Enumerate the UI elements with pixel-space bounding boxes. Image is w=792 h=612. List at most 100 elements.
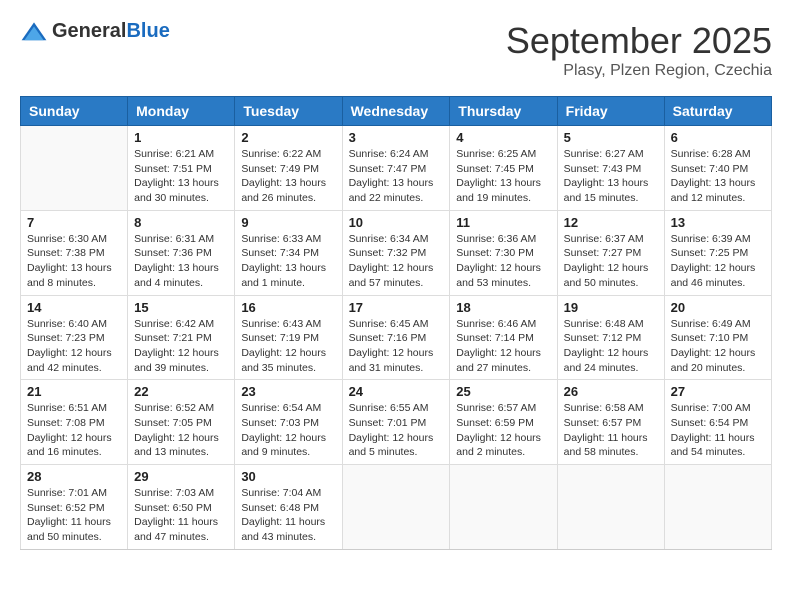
day-info: Sunrise: 7:04 AM Sunset: 6:48 PM Dayligh… (241, 486, 335, 545)
day-info: Sunrise: 6:21 AM Sunset: 7:51 PM Dayligh… (134, 147, 228, 206)
day-info: Sunrise: 6:30 AM Sunset: 7:38 PM Dayligh… (27, 232, 121, 291)
day-info: Sunrise: 6:31 AM Sunset: 7:36 PM Dayligh… (134, 232, 228, 291)
calendar-cell: 4Sunrise: 6:25 AM Sunset: 7:45 PM Daylig… (450, 126, 557, 211)
day-info: Sunrise: 6:40 AM Sunset: 7:23 PM Dayligh… (27, 317, 121, 376)
calendar-cell: 27 Sunrise: 7:00 AM Sunset: 6:54 PM Dayli… (664, 380, 771, 465)
calendar-cell: 24 Sunrise: 6:55 AM Sunset: 7:01 PM Dayli… (342, 380, 450, 465)
calendar-cell (342, 465, 450, 550)
day-info: Sunrise: 6:27 AM Sunset: 7:43 PM Dayligh… (564, 147, 658, 206)
day-info: Sunrise: 6:45 AM Sunset: 7:16 PM Dayligh… (349, 317, 444, 376)
day-info: Sunrise: 6:55 AM Sunset: 7:01 PM Dayligh… (349, 401, 444, 460)
calendar-cell: 20 Sunrise: 6:49 AM Sunset: 7:10 PM Dayli… (664, 295, 771, 380)
day-info: Sunrise: 6:42 AM Sunset: 7:21 PM Dayligh… (134, 317, 228, 376)
day-number: 28 (27, 469, 121, 484)
logo-general: General (52, 20, 126, 42)
day-number: 20 (671, 300, 765, 315)
logo: GeneralBlue (20, 20, 170, 43)
day-number: 22 (134, 384, 228, 399)
calendar-cell: 2 Sunrise: 6:22 AM Sunset: 7:49 PM Daylig… (235, 126, 342, 211)
calendar-week-row: 21 Sunrise: 6:51 AM Sunset: 7:08 PM Dayli… (21, 380, 772, 465)
day-info: Sunrise: 7:01 AM Sunset: 6:52 PM Dayligh… (27, 486, 121, 545)
calendar-week-row: 7 Sunrise: 6:30 AM Sunset: 7:38 PM Daylig… (21, 210, 772, 295)
day-number: 30 (241, 469, 335, 484)
day-number: 17 (349, 300, 444, 315)
calendar-cell: 21 Sunrise: 6:51 AM Sunset: 7:08 PM Dayli… (21, 380, 128, 465)
day-number: 23 (241, 384, 335, 399)
day-info: Sunrise: 6:49 AM Sunset: 7:10 PM Dayligh… (671, 317, 765, 376)
calendar-cell: 1 Sunrise: 6:21 AM Sunset: 7:51 PM Daylig… (128, 126, 235, 211)
day-info: Sunrise: 6:46 AM Sunset: 7:14 PM Dayligh… (456, 317, 550, 376)
day-info: Sunrise: 6:52 AM Sunset: 7:05 PM Dayligh… (134, 401, 228, 460)
day-of-week-header: Thursday (450, 97, 557, 126)
calendar-cell: 10 Sunrise: 6:34 AM Sunset: 7:32 PM Dayli… (342, 210, 450, 295)
calendar-cell: 29Sunrise: 7:03 AM Sunset: 6:50 PM Dayli… (128, 465, 235, 550)
calendar-cell: 28 Sunrise: 7:01 AM Sunset: 6:52 PM Dayli… (21, 465, 128, 550)
calendar-cell: 7 Sunrise: 6:30 AM Sunset: 7:38 PM Daylig… (21, 210, 128, 295)
day-of-week-header: Friday (557, 97, 664, 126)
calendar-cell (21, 126, 128, 211)
logo-blue: Blue (126, 20, 169, 42)
calendar-cell: 25 Sunrise: 6:57 AM Sunset: 6:59 PM Dayli… (450, 380, 557, 465)
calendar-cell: 22 Sunrise: 6:52 AM Sunset: 7:05 PM Dayli… (128, 380, 235, 465)
day-of-week-header: Wednesday (342, 97, 450, 126)
day-number: 26 (564, 384, 658, 399)
calendar-cell: 30 Sunrise: 7:04 AM Sunset: 6:48 PM Dayli… (235, 465, 342, 550)
day-info: Sunrise: 6:39 AM Sunset: 7:25 PM Dayligh… (671, 232, 765, 291)
day-number: 27 (671, 384, 765, 399)
day-of-week-header: Tuesday (235, 97, 342, 126)
calendar-cell: 23Sunrise: 6:54 AM Sunset: 7:03 PM Dayli… (235, 380, 342, 465)
day-of-week-header: Sunday (21, 97, 128, 126)
day-number: 19 (564, 300, 658, 315)
day-info: Sunrise: 6:58 AM Sunset: 6:57 PM Dayligh… (564, 401, 658, 460)
day-info: Sunrise: 7:00 AM Sunset: 6:54 PM Dayligh… (671, 401, 765, 460)
calendar-cell: 16Sunrise: 6:43 AM Sunset: 7:19 PM Dayli… (235, 295, 342, 380)
calendar-cell: 15 Sunrise: 6:42 AM Sunset: 7:21 PM Dayli… (128, 295, 235, 380)
day-number: 12 (564, 215, 658, 230)
day-number: 9 (241, 215, 335, 230)
day-info: Sunrise: 6:34 AM Sunset: 7:32 PM Dayligh… (349, 232, 444, 291)
calendar-header-row: SundayMondayTuesdayWednesdayThursdayFrid… (21, 97, 772, 126)
day-number: 6 (671, 130, 765, 145)
calendar-cell: 17 Sunrise: 6:45 AM Sunset: 7:16 PM Dayli… (342, 295, 450, 380)
calendar-cell: 13 Sunrise: 6:39 AM Sunset: 7:25 PM Dayli… (664, 210, 771, 295)
calendar-cell: 9 Sunrise: 6:33 AM Sunset: 7:34 PM Daylig… (235, 210, 342, 295)
day-number: 24 (349, 384, 444, 399)
day-number: 2 (241, 130, 335, 145)
calendar-cell: 6 Sunrise: 6:28 AM Sunset: 7:40 PM Daylig… (664, 126, 771, 211)
calendar-cell: 5 Sunrise: 6:27 AM Sunset: 7:43 PM Daylig… (557, 126, 664, 211)
day-number: 11 (456, 215, 550, 230)
day-number: 8 (134, 215, 228, 230)
day-info: Sunrise: 6:28 AM Sunset: 7:40 PM Dayligh… (671, 147, 765, 206)
day-number: 7 (27, 215, 121, 230)
day-number: 15 (134, 300, 228, 315)
day-info: Sunrise: 6:51 AM Sunset: 7:08 PM Dayligh… (27, 401, 121, 460)
day-number: 21 (27, 384, 121, 399)
calendar-week-row: 28 Sunrise: 7:01 AM Sunset: 6:52 PM Dayli… (21, 465, 772, 550)
day-number: 1 (134, 130, 228, 145)
day-of-week-header: Monday (128, 97, 235, 126)
day-number: 29 (134, 469, 228, 484)
calendar-cell: 8 Sunrise: 6:31 AM Sunset: 7:36 PM Daylig… (128, 210, 235, 295)
day-info: Sunrise: 6:22 AM Sunset: 7:49 PM Dayligh… (241, 147, 335, 206)
day-info: Sunrise: 6:33 AM Sunset: 7:34 PM Dayligh… (241, 232, 335, 291)
calendar-cell (664, 465, 771, 550)
day-info: Sunrise: 6:25 AM Sunset: 7:45 PM Dayligh… (456, 147, 550, 206)
month-title: September 2025 (506, 20, 772, 62)
calendar-body: 1 Sunrise: 6:21 AM Sunset: 7:51 PM Daylig… (21, 126, 772, 550)
calendar-cell: 3Sunrise: 6:24 AM Sunset: 7:47 PM Daylig… (342, 126, 450, 211)
calendar-cell (557, 465, 664, 550)
day-number: 3 (349, 130, 444, 145)
calendar-cell: 14 Sunrise: 6:40 AM Sunset: 7:23 PM Dayli… (21, 295, 128, 380)
day-number: 18 (456, 300, 550, 315)
calendar-cell: 12Sunrise: 6:37 AM Sunset: 7:27 PM Dayli… (557, 210, 664, 295)
calendar-cell: 18 Sunrise: 6:46 AM Sunset: 7:14 PM Dayli… (450, 295, 557, 380)
day-info: Sunrise: 6:57 AM Sunset: 6:59 PM Dayligh… (456, 401, 550, 460)
title-area: September 2025 Plasy, Plzen Region, Czec… (506, 20, 772, 80)
day-number: 10 (349, 215, 444, 230)
day-number: 25 (456, 384, 550, 399)
day-number: 13 (671, 215, 765, 230)
calendar-cell (450, 465, 557, 550)
day-number: 5 (564, 130, 658, 145)
day-info: Sunrise: 6:43 AM Sunset: 7:19 PM Dayligh… (241, 317, 335, 376)
day-number: 14 (27, 300, 121, 315)
